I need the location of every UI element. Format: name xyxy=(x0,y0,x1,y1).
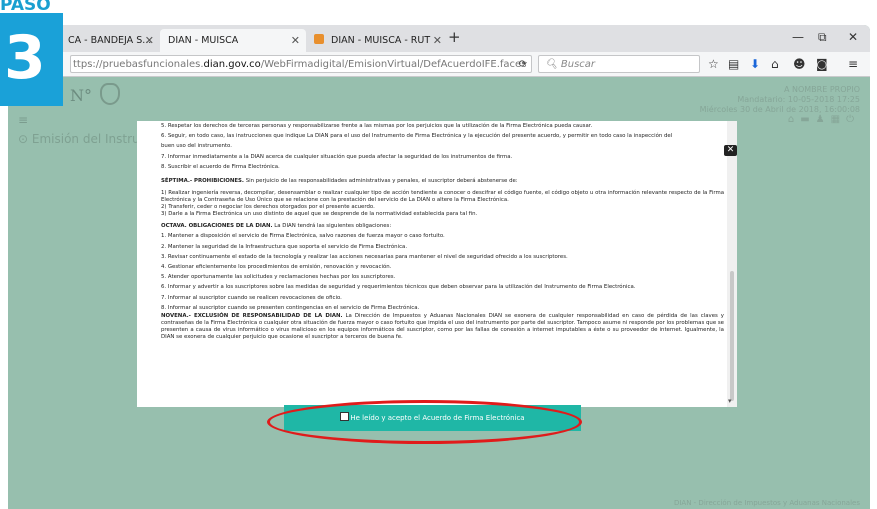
agreement-line: 7. Informar inmediatamente a la DIAN ace… xyxy=(161,153,513,160)
nav-bar: ttps://pruebasfuncionales.dian.gov.co/We… xyxy=(8,52,870,77)
agreement-line: buen uso del instrumento. xyxy=(161,143,232,150)
home-icon[interactable]: ⌂ xyxy=(788,114,800,125)
novena-paragraph: NOVENA.- EXCLUSIÓN DE RESPONSABILIDAD DE… xyxy=(161,313,724,341)
search-input[interactable]: 🔍︎ Buscar xyxy=(538,55,700,73)
highlight-oval xyxy=(267,400,582,444)
home-icon[interactable]: ⌂ xyxy=(771,57,779,71)
septima-items: 1) Realizar ingeniería reversa, decompil… xyxy=(161,190,724,218)
close-tab-icon[interactable]: ✕ xyxy=(291,29,300,52)
address-bar[interactable]: ttps://pruebasfuncionales.dian.gov.co/We… xyxy=(70,55,532,73)
bookmark-star-icon[interactable]: ☆ xyxy=(708,57,719,71)
close-window-icon[interactable]: ✕ xyxy=(848,30,858,44)
url-prefix: ttps://pruebasfuncionales. xyxy=(73,59,204,70)
close-tab-icon[interactable]: ✕ xyxy=(145,29,154,52)
octava-item: 7. Informar al suscriptor cuando se real… xyxy=(161,294,342,301)
new-tab-icon[interactable]: + xyxy=(448,28,461,46)
agreement-text: 5. Respetar los derechos de terceras per… xyxy=(161,121,724,341)
power-icon[interactable]: ⏻ xyxy=(846,114,860,125)
reload-icon[interactable]: ⟳ xyxy=(519,56,527,72)
octava-text: La DIAN tendrá las siguientes obligacion… xyxy=(274,223,392,230)
user-info: A NOMBRE PROPIO Mandatario: 10-05-2018 1… xyxy=(700,85,860,115)
tab-bar: CA - BANDEJA S... ✕ DIAN - MUISCA ✕ DIAN… xyxy=(8,25,870,52)
footer-text: DIAN - Dirección de Impuestos y Aduanas … xyxy=(673,499,860,507)
octava-item: 2. Mantener la seguridad de la Infraestr… xyxy=(161,243,408,250)
scroll-down-icon[interactable]: ▾ xyxy=(728,397,732,405)
octava-item: 5. Atender oportunamente las solicitudes… xyxy=(161,274,396,281)
agreement-line: 8. Suscribir el acuerdo de Firma Electró… xyxy=(161,163,280,170)
novena-title: NOVENA.- EXCLUSIÓN DE RESPONSABILIDAD DE… xyxy=(161,313,343,320)
restore-icon[interactable]: ⧉ xyxy=(818,30,827,45)
dian-logo: N° xyxy=(70,86,92,105)
octava-item: 3. Revisar continuamente el estado de la… xyxy=(161,253,568,260)
agreement-modal: 5. Respetar los derechos de terceras per… xyxy=(137,121,737,407)
extension-icon[interactable]: ☻ xyxy=(793,57,806,71)
url-path: /WebFirmadigital/EmisionVirtual/DefAcuer… xyxy=(260,59,527,70)
url-domain: dian.gov.co xyxy=(203,59,261,70)
tab-dian-muisca-rut[interactable]: DIAN - MUISCA - RUT ✕ xyxy=(306,29,448,52)
octava-item: 1. Mantener a disposición el servicio de… xyxy=(161,233,445,240)
user-toolbar: ⌂▬♟▦⏻ xyxy=(788,114,860,125)
close-tab-icon[interactable]: ✕ xyxy=(433,29,442,52)
octava-item: 4. Gestionar eficientemente los procedim… xyxy=(161,264,392,271)
user-icon[interactable]: ♟ xyxy=(816,114,831,125)
octava-heading: OCTAVA. OBLIGACIONES DE LA DIAN. La DIAN… xyxy=(161,221,724,231)
search-placeholder: Buscar xyxy=(560,59,596,70)
tab-dian-muisca[interactable]: DIAN - MUISCA ✕ xyxy=(160,29,306,52)
hamburger-icon[interactable]: ≡ xyxy=(18,113,28,127)
modal-close-button[interactable]: ✕ xyxy=(724,145,737,156)
agreement-line: 5. Respetar los derechos de terceras per… xyxy=(161,123,593,129)
clipboard-icon[interactable]: ▤ xyxy=(728,57,739,71)
download-icon[interactable]: ⬇ xyxy=(750,57,760,71)
modal-scrollbar[interactable]: ▾ xyxy=(727,121,737,407)
folder-icon[interactable]: ▬ xyxy=(800,114,815,125)
menu-icon[interactable]: ≡ xyxy=(848,57,858,71)
octava-item: 6. Informar y advertir a los suscriptore… xyxy=(161,284,636,291)
search-icon: 🔍︎ xyxy=(545,59,558,70)
step-number: 3 xyxy=(4,23,46,93)
scrollbar-thumb[interactable] xyxy=(730,271,734,401)
tab-bandeja[interactable]: CA - BANDEJA S... ✕ xyxy=(60,29,160,52)
print-icon[interactable]: ▦ xyxy=(831,114,846,125)
octava-item: 8. Informar al suscriptor cuando se pres… xyxy=(161,304,420,311)
tab-label: DIAN - MUISCA - RUT xyxy=(331,35,431,46)
septima-heading: SÉPTIMA.- PROHIBICIONES. Sin perjuicio d… xyxy=(161,176,724,186)
back-circle-icon[interactable]: ⊙ xyxy=(18,132,28,146)
agreement-line: 6. Seguir, en todo caso, las instruccion… xyxy=(161,133,673,140)
septima-title: SÉPTIMA.- PROHIBICIONES. xyxy=(161,178,244,185)
tab-label: CA - BANDEJA S... xyxy=(68,35,152,46)
tab-label: DIAN - MUISCA xyxy=(168,35,239,46)
octava-title: OCTAVA. OBLIGACIONES DE LA DIAN. xyxy=(161,223,273,230)
septima-text: Sin perjuicio de las responsabilidades a… xyxy=(245,178,518,185)
minimize-icon[interactable]: — xyxy=(792,30,804,44)
pocket-icon[interactable]: ◙ xyxy=(816,57,828,71)
user-line: A NOMBRE PROPIO xyxy=(783,85,860,94)
favicon-icon xyxy=(314,34,324,44)
shield-icon xyxy=(100,83,120,105)
user-line: Mandatario: 10-05-2018 17:25 xyxy=(737,95,860,104)
